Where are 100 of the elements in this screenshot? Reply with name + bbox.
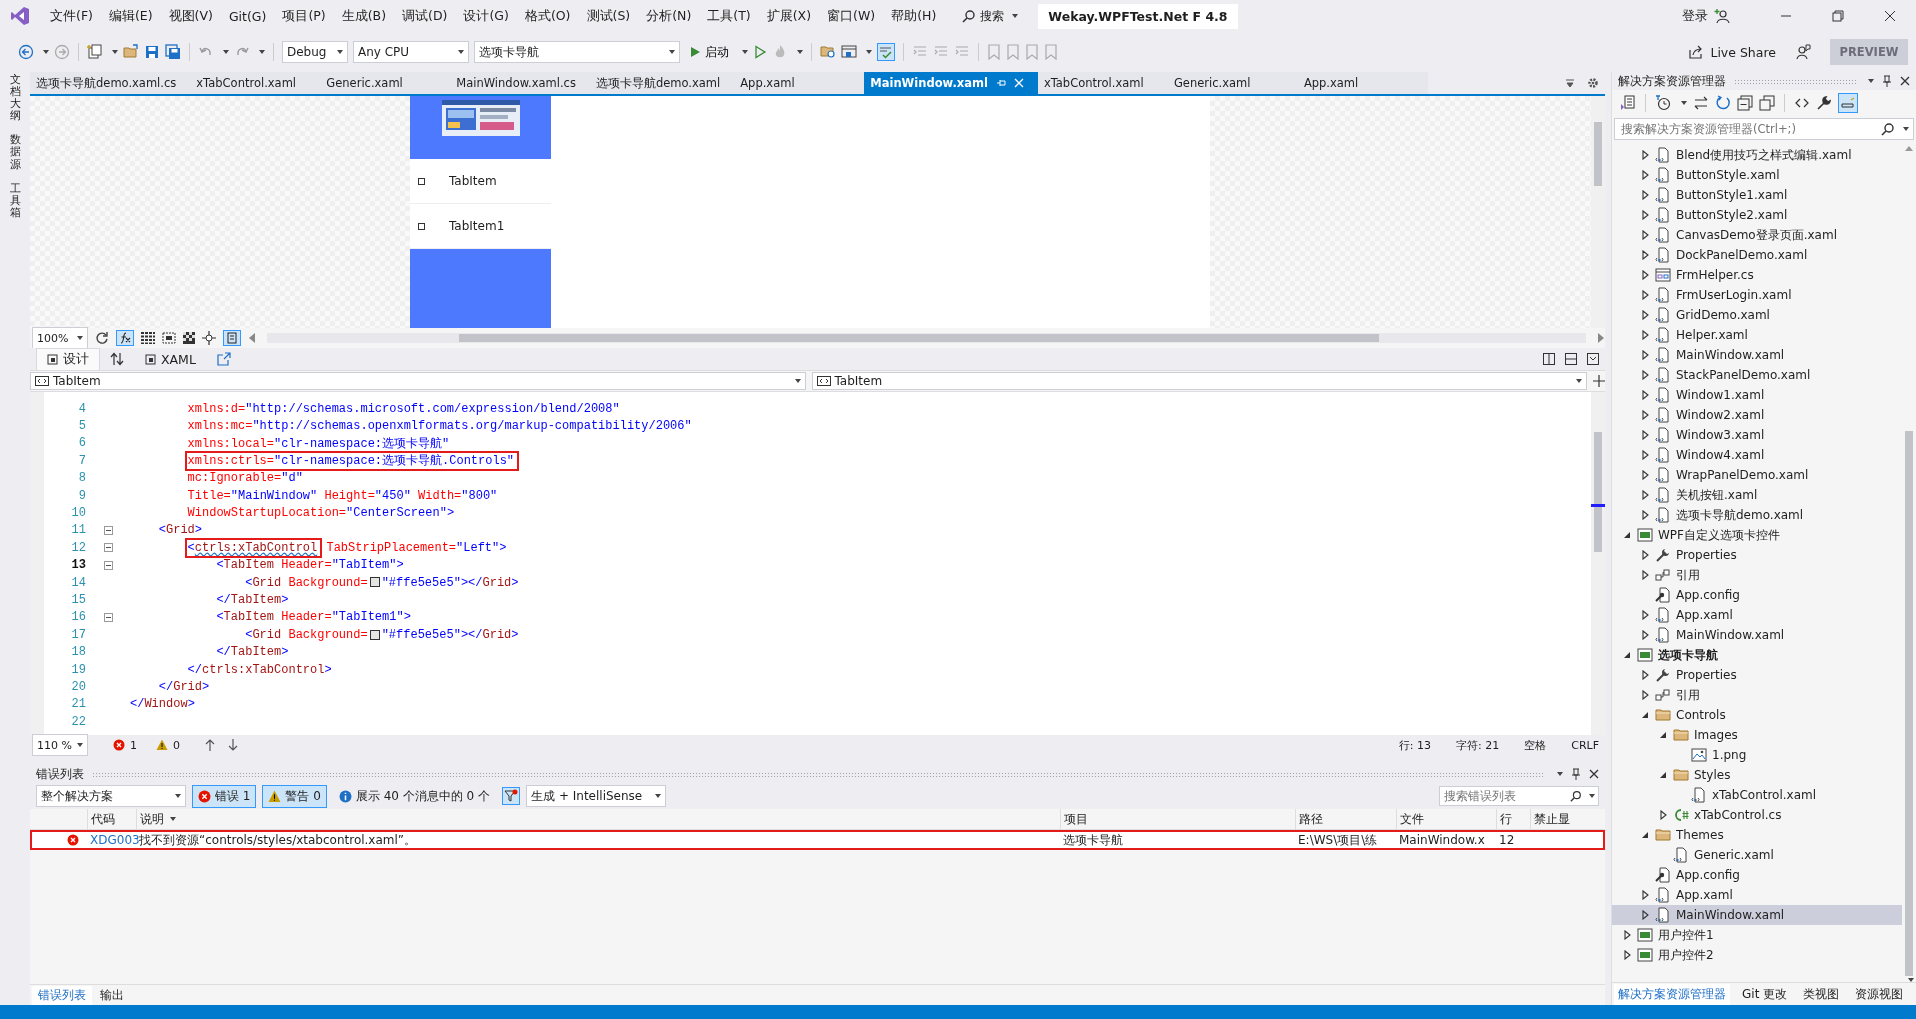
tree-item[interactable]: Window2.xaml — [1612, 405, 1902, 425]
tree-item[interactable]: GridDemo.xaml — [1612, 305, 1902, 325]
column-header[interactable]: 代码 — [87, 809, 136, 829]
expander-icon[interactable] — [1623, 930, 1631, 940]
expander-icon[interactable] — [1641, 210, 1649, 220]
tree-item[interactable]: Controls — [1612, 705, 1902, 725]
menu-item[interactable]: 调试(D) — [394, 7, 456, 25]
snap-grid-icon[interactable] — [162, 332, 176, 344]
expander-icon[interactable] — [1641, 170, 1649, 180]
tree-item[interactable]: App.config — [1612, 585, 1902, 605]
save-all-icon[interactable] — [165, 44, 181, 60]
menu-item[interactable]: 项目(P) — [274, 7, 334, 25]
tree-item[interactable]: DockPanelDemo.xaml — [1612, 245, 1902, 265]
caret-icon[interactable] — [797, 50, 803, 54]
tree-item[interactable]: Themes — [1612, 825, 1902, 845]
view-tab[interactable]: XAML — [134, 348, 207, 370]
tree-item[interactable]: Window4.xaml — [1612, 445, 1902, 465]
collapse-icon[interactable] — [103, 612, 113, 622]
expander-icon[interactable] — [1641, 310, 1649, 320]
save-icon[interactable] — [144, 44, 160, 60]
tree-item[interactable]: App.config — [1612, 865, 1902, 885]
close-icon[interactable] — [1900, 76, 1910, 86]
menu-item[interactable]: 测试(S) — [578, 7, 639, 25]
checker-icon[interactable] — [183, 332, 195, 344]
expander-icon[interactable] — [1641, 430, 1649, 440]
caret-icon[interactable] — [1868, 79, 1874, 83]
error-icon[interactable] — [113, 739, 125, 751]
tree-item[interactable]: FrmHelper.cs — [1612, 265, 1902, 285]
menu-item[interactable]: Git(G) — [220, 8, 275, 24]
collapse-icon[interactable] — [103, 560, 113, 570]
sync-icon[interactable] — [1693, 95, 1709, 111]
menu-item[interactable]: 设计(G) — [455, 7, 517, 25]
document-tab[interactable]: Generic.xaml — [320, 72, 451, 94]
tree-item[interactable]: 选项卡导航demo.xaml — [1612, 505, 1902, 525]
tree-item[interactable]: 选项卡导航 — [1612, 645, 1902, 665]
close-icon[interactable] — [1589, 769, 1599, 779]
expander-icon[interactable] — [1641, 230, 1649, 240]
expander-icon[interactable] — [1641, 390, 1649, 400]
expander-icon[interactable] — [1641, 190, 1649, 200]
back-icon[interactable] — [18, 44, 34, 60]
swap-icon[interactable] — [110, 352, 124, 366]
column-header[interactable]: 行 — [1496, 809, 1530, 829]
expander-icon[interactable] — [1659, 731, 1667, 739]
element-dropdown[interactable]: TabItem — [30, 372, 806, 390]
expander-icon[interactable] — [1641, 270, 1649, 280]
panel-tab[interactable]: 类视图 — [1799, 983, 1844, 1005]
menu-item[interactable]: 格式(O) — [516, 7, 579, 25]
tree-item[interactable]: WPF自定义选项卡控件 — [1612, 525, 1902, 545]
scroll-right-icon[interactable] — [1597, 333, 1605, 343]
feedback-icon[interactable] — [1795, 44, 1811, 60]
panel-tab[interactable]: 输出 — [94, 985, 130, 1005]
tree-item[interactable]: 引用 — [1612, 685, 1902, 705]
line-ending[interactable]: CRLF — [1571, 738, 1599, 752]
source-dropdown[interactable]: 生成 + IntelliSense — [526, 785, 667, 807]
tree-item[interactable]: 引用 — [1612, 565, 1902, 585]
caret-icon[interactable] — [1589, 794, 1595, 798]
menu-item[interactable]: 生成(B) — [333, 7, 395, 25]
new-item-icon[interactable] — [87, 44, 103, 60]
tree-item[interactable]: Window3.xaml — [1612, 425, 1902, 445]
pin-icon[interactable] — [1571, 768, 1581, 780]
expander-icon[interactable] — [1641, 490, 1649, 500]
menu-item[interactable]: 文件(F) — [42, 7, 101, 25]
column-header[interactable]: 文件 — [1396, 809, 1496, 829]
tree-item[interactable]: FrmUserLogin.xaml — [1612, 285, 1902, 305]
zoom-dropdown[interactable]: 110 % — [32, 734, 88, 756]
expander-icon[interactable] — [1641, 370, 1649, 380]
history-icon[interactable] — [1655, 95, 1671, 111]
panel-tab[interactable]: 解决方案资源管理器 — [1614, 983, 1730, 1005]
expander-icon[interactable] — [1641, 670, 1649, 680]
menu-item[interactable]: 窗口(W) — [819, 7, 884, 25]
tree-item[interactable]: ButtonStyle.xaml — [1612, 165, 1902, 185]
expander-icon[interactable] — [1641, 630, 1649, 640]
tree-item[interactable]: MainWindow.xaml — [1612, 345, 1902, 365]
split-view-icon[interactable] — [1543, 353, 1555, 365]
crosshair-icon[interactable] — [202, 331, 216, 345]
tree-item[interactable]: StackPanelDemo.xaml — [1612, 365, 1902, 385]
menu-item[interactable]: 分析(N) — [638, 7, 700, 25]
formula-icon[interactable] — [116, 330, 134, 346]
tree-item[interactable]: Properties — [1612, 545, 1902, 565]
expander-icon[interactable] — [1641, 250, 1649, 260]
expander-icon[interactable] — [1641, 330, 1649, 340]
platform-dropdown[interactable]: Any CPU — [353, 41, 469, 63]
collapse-icon[interactable] — [103, 525, 113, 535]
document-tab[interactable]: xTabControl.xaml — [1037, 72, 1168, 94]
caret-icon[interactable] — [43, 50, 49, 54]
solution-icon[interactable] — [1620, 95, 1636, 111]
tree-item[interactable]: Images — [1612, 725, 1902, 745]
document-tab[interactable]: App.xaml — [734, 72, 865, 94]
panel-tab[interactable]: Git 更改 — [1738, 983, 1792, 1005]
menu-item[interactable]: 扩展(X) — [758, 7, 820, 25]
view-tab[interactable]: 设计 — [36, 347, 100, 371]
split-icon[interactable] — [1593, 375, 1605, 387]
tree-item[interactable]: ButtonStyle1.xaml — [1612, 185, 1902, 205]
caret-icon[interactable] — [866, 50, 872, 54]
menu-item[interactable]: 工具(T) — [699, 7, 759, 25]
caret-icon[interactable] — [1681, 101, 1687, 105]
column-header[interactable]: 说明 — [136, 809, 1060, 829]
tree-item[interactable]: 关机按钮.xaml — [1612, 485, 1902, 505]
side-tab[interactable]: 数据源 — [9, 134, 21, 171]
split-view-icon[interactable] — [1565, 353, 1577, 365]
